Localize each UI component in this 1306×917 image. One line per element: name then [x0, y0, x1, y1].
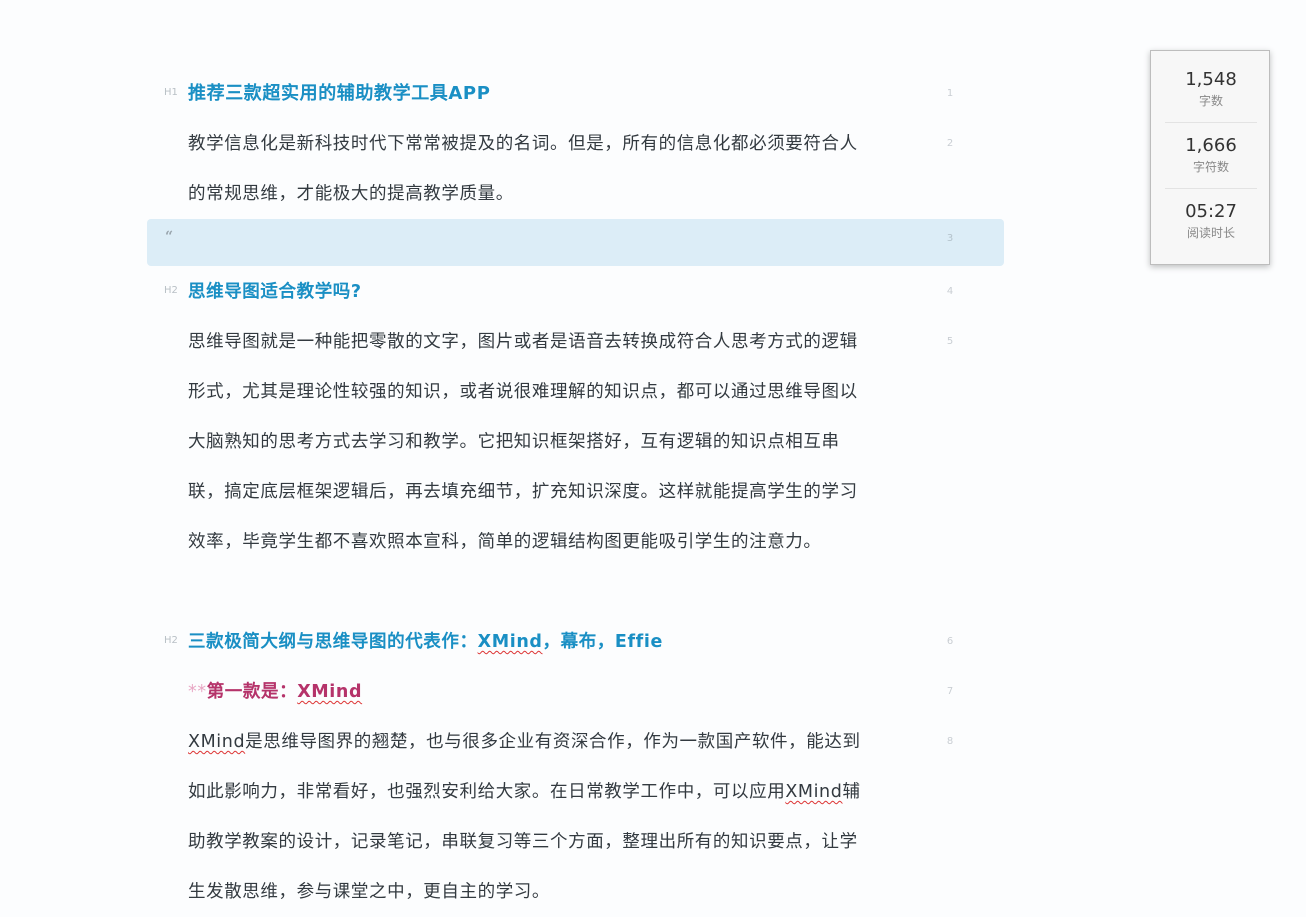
line-number: 5 [946, 336, 954, 347]
section-heading[interactable]: 三款极简大纲与思维导图的代表作：XMind，幕布，Effie [188, 617, 893, 667]
blockquote-line-active[interactable]: “ 3 [147, 219, 1004, 266]
paragraph-line[interactable]: 联，搞定底层框架逻辑后，再去填充细节，扩充知识深度。这样就能提高学生的学习 [188, 467, 893, 517]
char-count-label: 字符数 [1192, 160, 1229, 174]
editor-line-bold[interactable]: **第一款是：XMind 7 [147, 667, 1004, 717]
editor-line-paragraph[interactable]: XMind是思维导图界的翘楚，也与很多企业有资深合作，作为一款国产软件，能达到 … [147, 717, 1004, 917]
paragraph-line[interactable]: 教学信息化是新科技时代下常常被提及的名词。但是，所有的信息化都必须要符合人 [188, 119, 893, 169]
word-count-stat: 1,548 字数 [1165, 69, 1257, 109]
markdown-editor[interactable]: H1 推荐三款超实用的辅助教学工具APP 1 教学信息化是新科技时代下常常被提及… [0, 0, 1306, 902]
spellcheck-word[interactable]: XMind [785, 782, 842, 802]
paragraph-text: 如此影响力，非常看好，也强烈安利给大家。在日常教学工作中，可以应用 [188, 782, 786, 802]
line-number: 1 [946, 88, 954, 99]
divider [1165, 188, 1257, 189]
editor-line-h2[interactable]: H2 思维导图适合教学吗? 4 [147, 267, 1004, 317]
word-count-label: 字数 [1198, 94, 1223, 108]
editor-line-h2[interactable]: H2 三款极简大纲与思维导图的代表作：XMind，幕布，Effie 6 [147, 617, 1004, 667]
line-number: 2 [946, 138, 954, 149]
paragraph-line[interactable]: 如此影响力，非常看好，也强烈安利给大家。在日常教学工作中，可以应用XMind辅 [188, 767, 893, 817]
paragraph-text: 辅 [842, 782, 861, 802]
heading-level-tag: H2 [164, 635, 178, 646]
word-count-panel: 1,548 字数 1,666 字符数 05:27 阅读时长 [1150, 50, 1270, 265]
spellcheck-word[interactable]: XMind [188, 732, 245, 752]
spellcheck-word[interactable]: XMind [478, 632, 543, 652]
heading-level-tag: H1 [164, 87, 178, 98]
paragraph-line[interactable]: 大脑熟知的思考方式去学习和教学。它把知识框架搭好，互有逻辑的知识点相互串 [188, 417, 893, 467]
line-number: 6 [946, 636, 954, 647]
word-count-value: 1,548 [1185, 69, 1237, 90]
document-title[interactable]: 推荐三款超实用的辅助教学工具APP [188, 69, 893, 119]
line-number: 7 [946, 686, 954, 697]
heading-text: ，幕布，Effie [542, 632, 663, 652]
reading-time-value: 05:27 [1185, 201, 1237, 222]
reading-time-label: 阅读时长 [1186, 226, 1235, 240]
editor-line-h1[interactable]: H1 推荐三款超实用的辅助教学工具APP 1 [147, 69, 1004, 119]
char-count-stat: 1,666 字符数 [1165, 135, 1257, 175]
paragraph-text: 是思维导图界的翘楚，也与很多企业有资深合作，作为一款国产软件，能达到 [245, 732, 861, 752]
paragraph-line[interactable]: 效率，毕竟学生都不喜欢照本宣科，简单的逻辑结构图更能吸引学生的注意力。 [188, 517, 893, 567]
paragraph-line[interactable]: 生发散思维，参与课堂之中，更自主的学习。 [188, 867, 893, 917]
editor-line-paragraph[interactable]: 思维导图就是一种能把零散的文字，图片或者是语音去转换成符合人思考方式的逻辑 形式… [147, 317, 1004, 567]
bold-item-label[interactable]: **第一款是：XMind [188, 667, 893, 717]
paragraph-line[interactable]: 形式，尤其是理论性较强的知识，或者说很难理解的知识点，都可以通过思维导图以 [188, 367, 893, 417]
spellcheck-word[interactable]: XMind [297, 682, 362, 702]
quote-tag-icon: “ [165, 229, 174, 245]
reading-time-stat: 05:27 阅读时长 [1165, 201, 1257, 241]
line-number: 4 [946, 286, 954, 297]
paragraph-line[interactable]: 助教学教案的设计，记录笔记，串联复习等三个方面，整理出所有的知识要点，让学 [188, 817, 893, 867]
heading-text: 三款极简大纲与思维导图的代表作： [188, 632, 478, 652]
char-count-value: 1,666 [1185, 135, 1237, 156]
bold-text: 第一款是： [206, 682, 298, 702]
line-number: 8 [946, 736, 954, 747]
editor-line-paragraph[interactable]: 教学信息化是新科技时代下常常被提及的名词。但是，所有的信息化都必须要符合人 的常… [147, 119, 1004, 219]
divider [1165, 122, 1257, 123]
paragraph-line[interactable]: XMind是思维导图界的翘楚，也与很多企业有资深合作，作为一款国产软件，能达到 [188, 717, 893, 767]
paragraph-line[interactable]: 思维导图就是一种能把零散的文字，图片或者是语音去转换成符合人思考方式的逻辑 [188, 317, 893, 367]
bold-markdown-marker: ** [188, 682, 207, 702]
heading-level-tag: H2 [164, 285, 178, 296]
line-number: 3 [946, 233, 954, 244]
section-heading[interactable]: 思维导图适合教学吗? [188, 267, 893, 317]
paragraph-line[interactable]: 的常规思维，才能极大的提高教学质量。 [188, 169, 893, 219]
